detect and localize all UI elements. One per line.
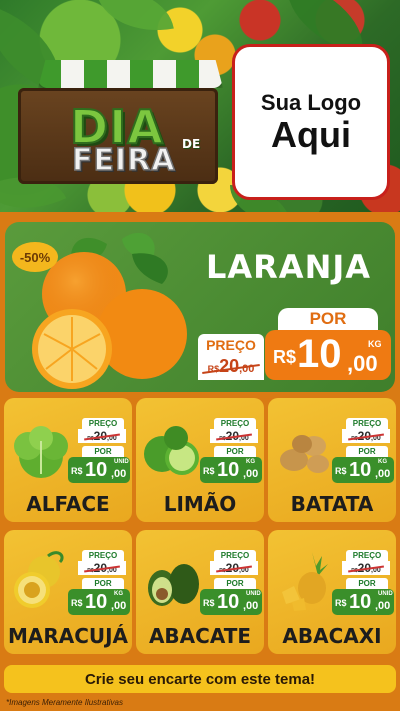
featured-new-price-label: POR xyxy=(278,308,378,330)
product-card-abacaxi[interactable]: PREÇO R$20,00 POR R$10,00UNID ABACAXI xyxy=(268,530,396,654)
new-price: R$ 10,00 UNID xyxy=(200,589,262,615)
cta-button[interactable]: Crie seu encarte com este tema! xyxy=(4,665,396,693)
product-name: LIMÃO xyxy=(163,492,237,516)
new-price: R$ 10,00 KG xyxy=(68,589,130,615)
title-feira: FEIRA xyxy=(71,142,176,179)
old-price: R$20,00 xyxy=(342,429,390,443)
product-name: ALFACE xyxy=(26,492,110,516)
featured-product-name: LARANJA xyxy=(206,248,372,286)
new-price: R$ 10,00 UNID xyxy=(332,589,394,615)
old-price: R$20,00 xyxy=(210,429,258,443)
avocado-image xyxy=(148,564,199,606)
lettuce-image xyxy=(14,426,68,478)
lime-image xyxy=(144,426,199,475)
featured-old-price: R$ 20 ,00 xyxy=(198,356,264,380)
product-card-limao[interactable]: PREÇO R$20,00 POR R$10,00KG LIMÃO xyxy=(136,398,264,522)
new-price: R$ 10,00 KG xyxy=(332,457,394,483)
logo-placeholder[interactable]: Sua Logo Aqui xyxy=(232,44,390,200)
old-price: R$20,00 xyxy=(78,429,126,443)
old-price: R$20,00 xyxy=(342,561,390,575)
old-price: R$20,00 xyxy=(78,561,126,575)
potato-image xyxy=(280,435,329,473)
title-de: DE xyxy=(182,137,201,151)
featured-old-price-label: PREÇO xyxy=(198,334,264,356)
discount-badge: -50% xyxy=(12,242,58,272)
product-card-maracuja[interactable]: PREÇO R$20,00 POR R$10,00KG MARACUJÁ xyxy=(4,530,132,654)
product-name: ABACATE xyxy=(148,624,252,648)
product-name: ABACAXI xyxy=(282,624,382,648)
passion-fruit-image xyxy=(14,551,64,608)
product-card-abacate[interactable]: PREÇO R$20,00 POR R$10,00UNID ABACATE xyxy=(136,530,264,654)
pineapple-image xyxy=(282,552,328,611)
featured-new-price: R$ 10 ,00 KG xyxy=(265,330,391,380)
old-price: R$20,00 xyxy=(210,561,258,575)
logo-text-line2: Aqui xyxy=(271,114,351,156)
product-card-batata[interactable]: PREÇO R$20,00 POR R$10,00KG BATATA xyxy=(268,398,396,522)
new-price: R$ 10,00 KG xyxy=(200,457,262,483)
new-price: R$ 10,00 UNID xyxy=(68,457,130,483)
disclaimer-text: *Imagens Meramente Ilustrativas xyxy=(6,698,123,707)
product-name: BATATA xyxy=(290,492,374,516)
product-name: MARACUJÁ xyxy=(7,624,129,648)
logo-text-line1: Sua Logo xyxy=(260,90,362,116)
awning-graphic xyxy=(38,60,223,88)
product-card-alface[interactable]: PREÇO R$20,00 POR R$10,00UNID ALFACE xyxy=(4,398,132,522)
